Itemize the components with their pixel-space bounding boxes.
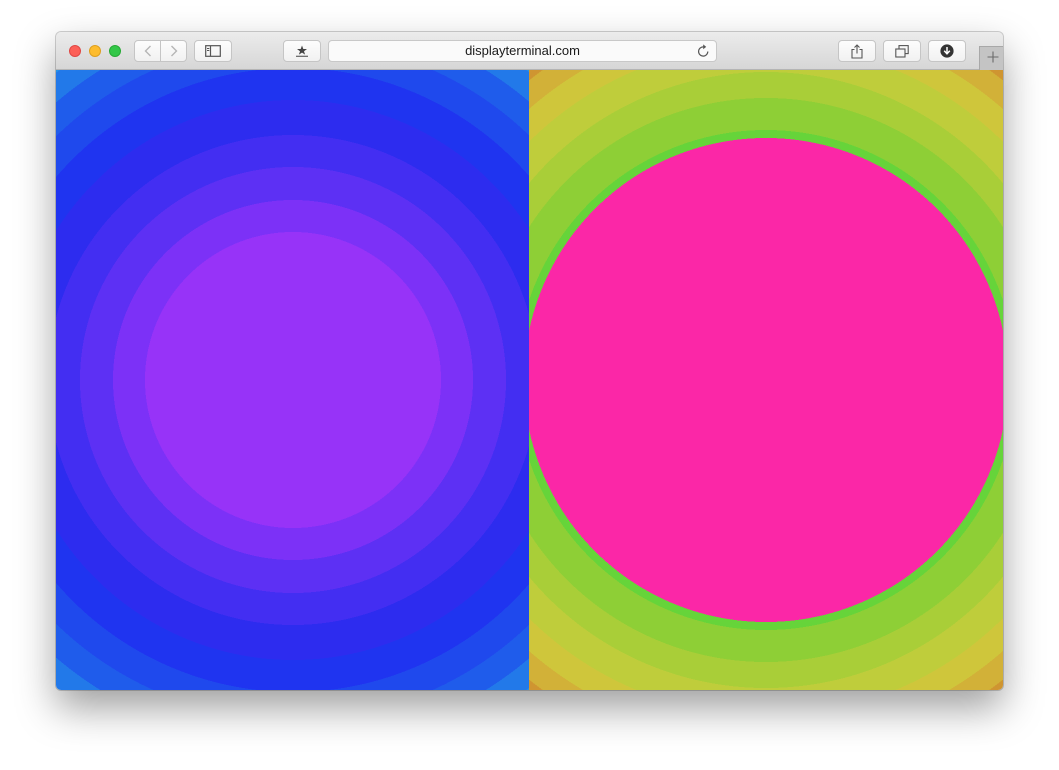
- browser-toolbar: displayterminal.com: [56, 32, 1003, 71]
- chevron-left-icon: [144, 45, 152, 57]
- share-icon: [851, 43, 863, 59]
- left-concentric-panel: [56, 70, 529, 690]
- page-content: [56, 70, 1003, 690]
- plus-icon: [987, 50, 999, 68]
- show-all-tabs-button[interactable]: [883, 40, 921, 62]
- chevron-right-icon: [170, 45, 178, 57]
- back-button[interactable]: [134, 40, 161, 62]
- maximize-window-button[interactable]: [109, 45, 121, 57]
- close-window-button[interactable]: [69, 45, 81, 57]
- tabs-overview-icon: [895, 44, 909, 58]
- forward-button[interactable]: [160, 40, 187, 62]
- browser-window: displayterminal.com: [56, 32, 1003, 690]
- sidebar-icon: [205, 45, 221, 57]
- reload-icon[interactable]: [697, 44, 710, 63]
- star-icon: [294, 45, 310, 57]
- new-tab-button[interactable]: [979, 46, 1003, 71]
- right-concentric-panel: [529, 70, 1003, 690]
- address-bar[interactable]: displayterminal.com: [328, 40, 717, 62]
- download-icon: [940, 44, 954, 58]
- url-text: displayterminal.com: [465, 43, 580, 58]
- downloads-button[interactable]: [928, 40, 966, 62]
- share-button[interactable]: [838, 40, 876, 62]
- bookmarks-button[interactable]: [283, 40, 321, 62]
- sidebar-toggle-button[interactable]: [194, 40, 232, 62]
- minimize-window-button[interactable]: [89, 45, 101, 57]
